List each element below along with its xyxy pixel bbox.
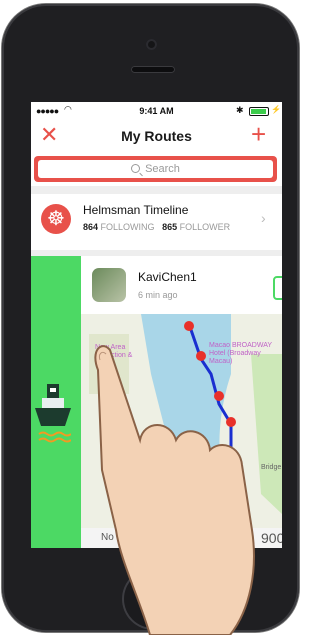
nav-bar: ✕ My Routes + — [31, 120, 282, 152]
follower-count: 865 — [162, 222, 178, 232]
speaker — [131, 66, 175, 73]
bluetooth-icon: ✱ — [236, 105, 244, 115]
chevron-right-icon: › — [261, 210, 266, 226]
swipe-action-panel[interactable] — [31, 256, 81, 548]
follow-button[interactable] — [273, 276, 282, 300]
camera — [146, 39, 157, 50]
plus-icon[interactable]: + — [251, 120, 266, 148]
status-bar: ●●●●● ◠ 9:41 AM ✱ ⚡ — [31, 102, 282, 120]
timeline-stats: 864 FOLLOWING 865 FOLLOWER — [83, 222, 230, 232]
follower-label: FOLLOWER — [179, 222, 231, 232]
search-placeholder: Search — [145, 163, 180, 175]
avatar[interactable] — [92, 268, 126, 302]
helm-wheel-icon: ☸ — [41, 204, 71, 234]
following-count: 864 — [83, 222, 99, 232]
post-time: 6 min ago — [138, 290, 178, 300]
timeline-row[interactable]: ☸ Helmsman Timeline 864 FOLLOWING 865 FO… — [31, 194, 282, 250]
charging-icon: ⚡ — [271, 105, 281, 114]
search-icon — [131, 164, 141, 173]
page-title: My Routes — [121, 128, 192, 144]
battery-icon — [249, 107, 269, 116]
following-label: FOLLOWING — [100, 222, 155, 232]
search-bar: Search — [34, 156, 277, 182]
hand-gesture-overlay — [94, 345, 255, 635]
ship-icon — [35, 384, 71, 443]
post-username[interactable]: KaviChen1 — [138, 270, 197, 284]
search-input[interactable]: Search — [38, 160, 273, 178]
timeline-title: Helmsman Timeline — [83, 203, 189, 217]
divider — [31, 186, 282, 194]
status-time: 9:41 AM — [139, 106, 174, 116]
